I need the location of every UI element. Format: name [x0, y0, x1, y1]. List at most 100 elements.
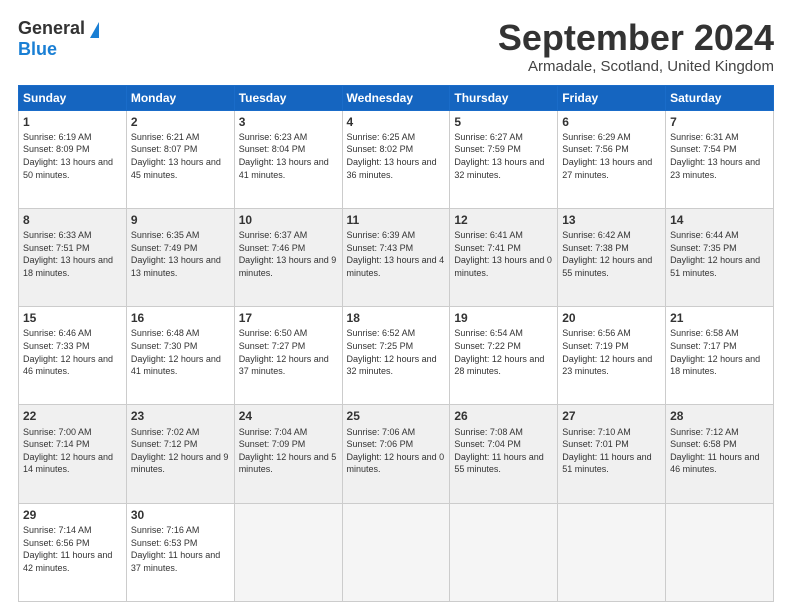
day-cell: 29Sunrise: 7:14 AMSunset: 6:56 PMDayligh…: [19, 503, 127, 601]
day-info: Sunrise: 7:02 AMSunset: 7:12 PMDaylight:…: [131, 426, 230, 476]
day-info: Sunrise: 6:54 AMSunset: 7:22 PMDaylight:…: [454, 327, 553, 377]
col-tuesday: Tuesday: [234, 85, 342, 110]
day-cell: 4Sunrise: 6:25 AMSunset: 8:02 PMDaylight…: [342, 110, 450, 208]
day-number: 15: [23, 310, 122, 326]
day-info: Sunrise: 6:35 AMSunset: 7:49 PMDaylight:…: [131, 229, 230, 279]
day-cell: [234, 503, 342, 601]
day-info: Sunrise: 6:31 AMSunset: 7:54 PMDaylight:…: [670, 131, 769, 181]
week-row-1: 1Sunrise: 6:19 AMSunset: 8:09 PMDaylight…: [19, 110, 774, 208]
day-cell: 20Sunrise: 6:56 AMSunset: 7:19 PMDayligh…: [558, 307, 666, 405]
day-info: Sunrise: 6:58 AMSunset: 7:17 PMDaylight:…: [670, 327, 769, 377]
day-number: 1: [23, 114, 122, 130]
day-info: Sunrise: 6:46 AMSunset: 7:33 PMDaylight:…: [23, 327, 122, 377]
day-info: Sunrise: 6:23 AMSunset: 8:04 PMDaylight:…: [239, 131, 338, 181]
day-cell: 25 Sunrise: 7:06 AMSunset: 7:06 PMDayligh…: [342, 405, 450, 503]
week-row-2: 8Sunrise: 6:33 AMSunset: 7:51 PMDaylight…: [19, 208, 774, 306]
day-cell: 9Sunrise: 6:35 AMSunset: 7:49 PMDaylight…: [126, 208, 234, 306]
day-info: Sunrise: 6:25 AMSunset: 8:02 PMDaylight:…: [347, 131, 446, 181]
day-info: Sunrise: 6:39 AMSunset: 7:43 PMDaylight:…: [347, 229, 446, 279]
day-cell: 30Sunrise: 7:16 AMSunset: 6:53 PMDayligh…: [126, 503, 234, 601]
day-cell: 12Sunrise: 6:41 AMSunset: 7:41 PMDayligh…: [450, 208, 558, 306]
day-cell: 13Sunrise: 6:42 AMSunset: 7:38 PMDayligh…: [558, 208, 666, 306]
day-cell: 24 Sunrise: 7:04 AMSunset: 7:09 PMDayligh…: [234, 405, 342, 503]
day-cell: 23 Sunrise: 7:02 AMSunset: 7:12 PMDayligh…: [126, 405, 234, 503]
day-number: 11: [347, 212, 446, 228]
day-number: 4: [347, 114, 446, 130]
day-number: 23: [131, 408, 230, 424]
day-cell: [666, 503, 774, 601]
day-info: Sunrise: 6:29 AMSunset: 7:56 PMDaylight:…: [562, 131, 661, 181]
day-info: Sunrise: 7:04 AMSunset: 7:09 PMDaylight:…: [239, 426, 338, 476]
day-cell: 18Sunrise: 6:52 AMSunset: 7:25 PMDayligh…: [342, 307, 450, 405]
col-thursday: Thursday: [450, 85, 558, 110]
day-info: Sunrise: 6:42 AMSunset: 7:38 PMDaylight:…: [562, 229, 661, 279]
day-cell: [558, 503, 666, 601]
day-info: Sunrise: 7:06 AMSunset: 7:06 PMDaylight:…: [347, 426, 446, 476]
day-cell: 27Sunrise: 7:10 AMSunset: 7:01 PMDayligh…: [558, 405, 666, 503]
day-number: 20: [562, 310, 661, 326]
day-info: Sunrise: 7:12 AMSunset: 6:58 PMDaylight:…: [670, 426, 769, 476]
day-info: Sunrise: 7:00 AMSunset: 7:14 PMDaylight:…: [23, 426, 122, 476]
day-info: Sunrise: 6:56 AMSunset: 7:19 PMDaylight:…: [562, 327, 661, 377]
day-info: Sunrise: 6:48 AMSunset: 7:30 PMDaylight:…: [131, 327, 230, 377]
day-number: 16: [131, 310, 230, 326]
day-info: Sunrise: 6:21 AMSunset: 8:07 PMDaylight:…: [131, 131, 230, 181]
page: General Blue September 2024 Armadale, Sc…: [0, 0, 792, 612]
day-cell: 28Sunrise: 7:12 AMSunset: 6:58 PMDayligh…: [666, 405, 774, 503]
week-row-3: 15Sunrise: 6:46 AMSunset: 7:33 PMDayligh…: [19, 307, 774, 405]
day-info: Sunrise: 6:27 AMSunset: 7:59 PMDaylight:…: [454, 131, 553, 181]
day-number: 13: [562, 212, 661, 228]
col-monday: Monday: [126, 85, 234, 110]
day-info: Sunrise: 6:37 AMSunset: 7:46 PMDaylight:…: [239, 229, 338, 279]
day-number: 9: [131, 212, 230, 228]
day-info: Sunrise: 6:19 AMSunset: 8:09 PMDaylight:…: [23, 131, 122, 181]
day-cell: 3Sunrise: 6:23 AMSunset: 8:04 PMDaylight…: [234, 110, 342, 208]
day-number: 29: [23, 507, 122, 523]
day-number: 14: [670, 212, 769, 228]
day-number: 18: [347, 310, 446, 326]
col-friday: Friday: [558, 85, 666, 110]
col-saturday: Saturday: [666, 85, 774, 110]
week-row-4: 22 Sunrise: 7:00 AMSunset: 7:14 PMDayligh…: [19, 405, 774, 503]
day-number: 24: [239, 408, 338, 424]
day-cell: 17Sunrise: 6:50 AMSunset: 7:27 PMDayligh…: [234, 307, 342, 405]
month-title: September 2024: [498, 18, 774, 58]
day-info: Sunrise: 6:52 AMSunset: 7:25 PMDaylight:…: [347, 327, 446, 377]
location-title: Armadale, Scotland, United Kingdom: [498, 58, 774, 75]
day-cell: [342, 503, 450, 601]
header: General Blue September 2024 Armadale, Sc…: [18, 18, 774, 75]
day-cell: 11Sunrise: 6:39 AMSunset: 7:43 PMDayligh…: [342, 208, 450, 306]
day-number: 27: [562, 408, 661, 424]
day-cell: 14Sunrise: 6:44 AMSunset: 7:35 PMDayligh…: [666, 208, 774, 306]
day-cell: 10Sunrise: 6:37 AMSunset: 7:46 PMDayligh…: [234, 208, 342, 306]
day-number: 2: [131, 114, 230, 130]
day-number: 26: [454, 408, 553, 424]
day-cell: 5Sunrise: 6:27 AMSunset: 7:59 PMDaylight…: [450, 110, 558, 208]
day-cell: 2Sunrise: 6:21 AMSunset: 8:07 PMDaylight…: [126, 110, 234, 208]
logo: General Blue: [18, 18, 99, 60]
calendar-header-row: Sunday Monday Tuesday Wednesday Thursday…: [19, 85, 774, 110]
day-number: 12: [454, 212, 553, 228]
day-cell: 22 Sunrise: 7:00 AMSunset: 7:14 PMDayligh…: [19, 405, 127, 503]
day-number: 17: [239, 310, 338, 326]
day-cell: 21Sunrise: 6:58 AMSunset: 7:17 PMDayligh…: [666, 307, 774, 405]
day-cell: 6Sunrise: 6:29 AMSunset: 7:56 PMDaylight…: [558, 110, 666, 208]
day-number: 25: [347, 408, 446, 424]
day-info: Sunrise: 7:14 AMSunset: 6:56 PMDaylight:…: [23, 524, 122, 574]
day-cell: 15Sunrise: 6:46 AMSunset: 7:33 PMDayligh…: [19, 307, 127, 405]
day-cell: 26Sunrise: 7:08 AMSunset: 7:04 PMDayligh…: [450, 405, 558, 503]
calendar-table: Sunday Monday Tuesday Wednesday Thursday…: [18, 85, 774, 602]
day-number: 22: [23, 408, 122, 424]
col-wednesday: Wednesday: [342, 85, 450, 110]
day-number: 6: [562, 114, 661, 130]
day-number: 21: [670, 310, 769, 326]
week-row-5: 29Sunrise: 7:14 AMSunset: 6:56 PMDayligh…: [19, 503, 774, 601]
day-cell: 1Sunrise: 6:19 AMSunset: 8:09 PMDaylight…: [19, 110, 127, 208]
day-cell: 8Sunrise: 6:33 AMSunset: 7:51 PMDaylight…: [19, 208, 127, 306]
day-info: Sunrise: 6:44 AMSunset: 7:35 PMDaylight:…: [670, 229, 769, 279]
day-number: 8: [23, 212, 122, 228]
col-sunday: Sunday: [19, 85, 127, 110]
day-info: Sunrise: 6:50 AMSunset: 7:27 PMDaylight:…: [239, 327, 338, 377]
day-number: 10: [239, 212, 338, 228]
day-cell: 7Sunrise: 6:31 AMSunset: 7:54 PMDaylight…: [666, 110, 774, 208]
